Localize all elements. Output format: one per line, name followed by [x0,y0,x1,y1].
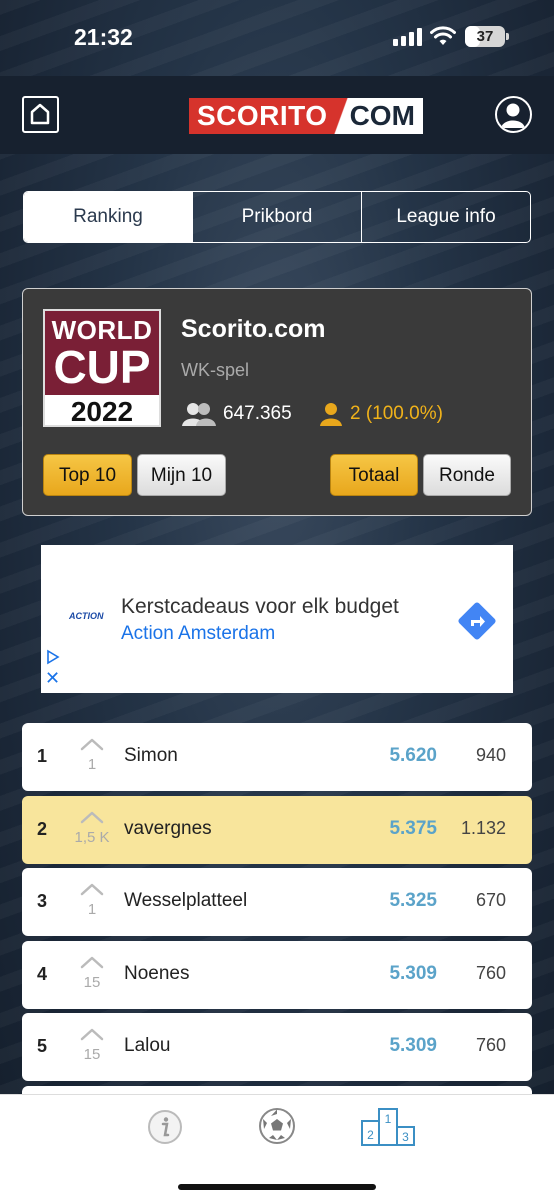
rank-position: 1 [37,746,48,766]
profile-button[interactable] [495,96,532,133]
league-name: Scorito.com [181,315,326,343]
ad-subtitle: Action Amsterdam [121,623,276,644]
battery-icon: 37 [465,26,505,47]
round-points: 760 [475,1035,506,1055]
tab-ranking[interactable]: Ranking [24,192,192,242]
chevron-up-icon [80,956,104,968]
player-name: Wesselplatteel [124,890,248,911]
close-icon[interactable]: ✕ [45,669,60,687]
top10-button[interactable]: Top 10 [43,454,132,496]
wifi-icon [430,26,456,45]
round-points: 940 [475,745,506,765]
player-name: Simon [124,745,178,766]
totaal-button[interactable]: Totaal [330,454,418,496]
ranking-row[interactable]: 4 15 Noenes 5.309 760 [22,940,532,1009]
rank-position: 2 [37,818,48,839]
user-icon [501,103,525,128]
my-rank-icon [320,403,342,426]
player-name: Lalou [124,1035,171,1056]
home-icon [30,103,50,125]
chevron-up-icon [80,811,104,823]
total-points: 5.309 [389,1035,437,1056]
round-points: 1.132 [460,817,506,838]
signal-icon [393,28,423,46]
rank-movement: 1,5 K [74,828,110,846]
ranking-row[interactable]: 1 1 Simon 5.620 940 [22,723,532,791]
info-icon[interactable] [147,1109,183,1145]
battery-level: 37 [476,28,494,45]
round-points: 760 [475,962,506,983]
my-rank: 2 (100.0%) [350,403,443,424]
advertisement[interactable]: ACTION Kerstcadeaus voor elk budget Acti… [41,545,513,693]
rank-movement: 1 [87,901,97,918]
podium-label-3: 3 [402,1130,409,1144]
tab-league-info[interactable]: League info [361,192,530,242]
player-name: Noenes [124,962,190,984]
football-icon[interactable] [258,1107,296,1145]
members-count: 647.365 [223,403,292,424]
chevron-up-icon [80,738,104,751]
chevron-up-icon [80,1028,104,1041]
clock: 21:32 [74,24,133,50]
status-bar: 21:32 37 [0,0,554,76]
ad-brand-logo: ACTION [69,611,104,621]
total-points: 5.620 [389,745,437,766]
total-points: 5.375 [389,817,437,839]
scorito-logo[interactable]: SCORITO COM [189,98,423,134]
rank-movement: 15 [83,1046,101,1063]
ranking-row[interactable]: 2 1,5 K vavergnes 5.375 1.132 [22,795,532,864]
chevron-up-icon [80,883,104,896]
league-card: WORLD CUP 2022 Scorito.com WK-spel 647.3… [22,288,532,516]
podium-icon[interactable]: 1 2 3 [360,1107,416,1147]
directions-arrow-icon[interactable] [457,601,497,641]
members-icon [182,403,216,426]
mijn10-button[interactable]: Mijn 10 [137,454,226,496]
ranking-row[interactable]: 3 1 Wesselplatteel 5.325 670 [22,868,532,936]
world-cup-logo: WORLD CUP 2022 [43,309,161,427]
podium-label-1: 1 [385,1112,392,1126]
app-header: SCORITO COM [0,76,554,154]
podium-label-2: 2 [367,1128,374,1142]
rank-position: 4 [37,963,48,984]
ad-title: Kerstcadeaus voor elk budget [121,595,399,618]
league-tabs: Ranking Prikbord League info [23,191,531,243]
rank-position: 5 [37,1036,48,1056]
total-points: 5.309 [389,962,437,984]
rank-movement: 1 [87,756,97,773]
tab-prikbord[interactable]: Prikbord [192,192,361,242]
rank-position: 3 [37,891,48,911]
league-subtitle: WK-spel [181,360,250,380]
total-points: 5.325 [389,890,437,911]
ronde-button[interactable]: Ronde [423,454,511,496]
home-indicator [178,1184,376,1190]
ranking-row[interactable]: 5 15 Lalou 5.309 760 [22,1013,532,1081]
rank-movement: 15 [83,973,101,991]
adchoices-icon[interactable] [45,649,61,665]
round-points: 670 [475,890,506,910]
player-name: vavergnes [124,817,212,839]
home-button[interactable] [22,96,59,133]
